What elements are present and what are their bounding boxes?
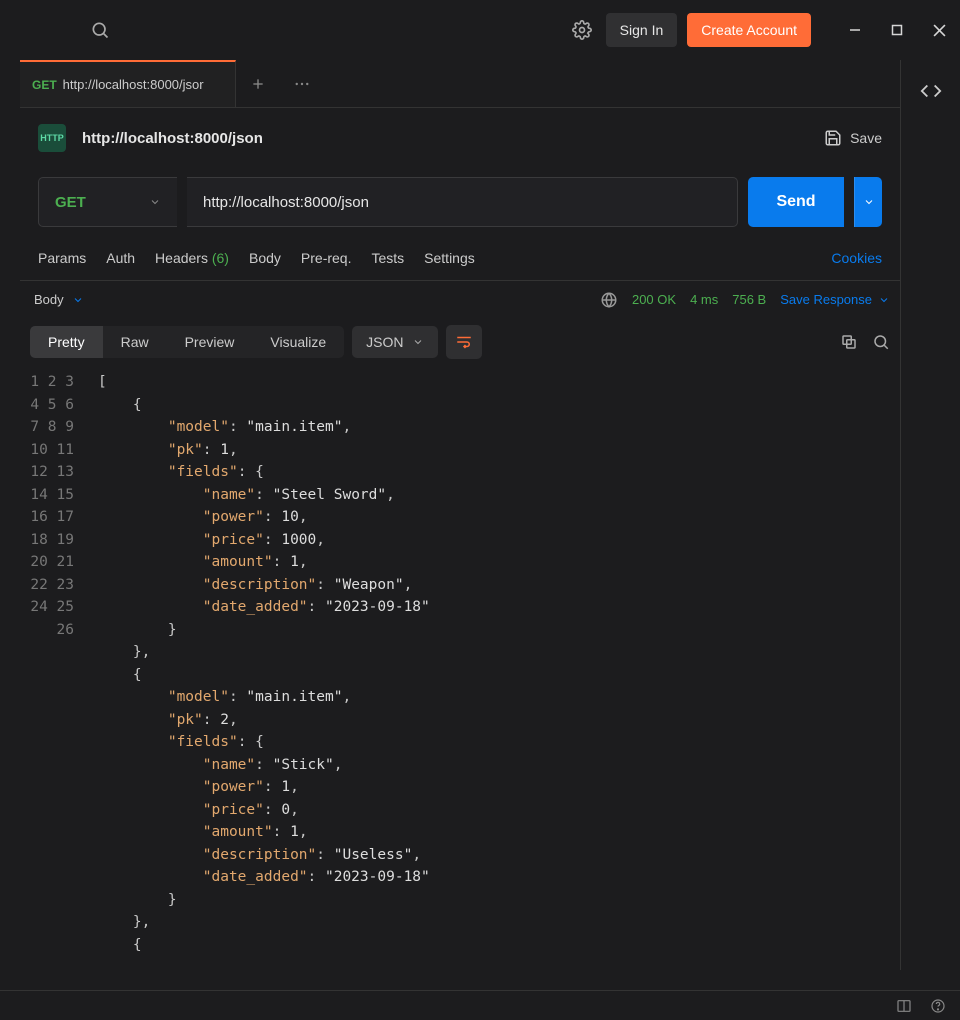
code-panel-icon[interactable] (920, 80, 942, 102)
tab-request[interactable]: GET http://localhost:8000/jsor (20, 60, 236, 107)
save-label: Save (850, 130, 882, 146)
request-title: http://localhost:8000/json (82, 130, 263, 147)
chevron-down-icon (72, 294, 84, 306)
subtab-auth[interactable]: Auth (106, 250, 135, 266)
response-section-label: Body (34, 292, 64, 307)
response-view-bar: Pretty Raw Preview Visualize JSON (20, 318, 900, 366)
subtab-settings[interactable]: Settings (424, 250, 475, 266)
subtab-headers-label: Headers (155, 250, 208, 266)
response-editor[interactable]: 1 2 3 4 5 6 7 8 9 10 11 12 13 14 15 16 1… (20, 366, 900, 970)
subtab-body[interactable]: Body (249, 250, 281, 266)
globe-icon[interactable] (600, 291, 618, 309)
save-response-button[interactable]: Save Response (780, 292, 890, 307)
tab-method-label: GET (32, 78, 57, 92)
maximize-icon[interactable] (891, 24, 903, 37)
wrap-lines-button[interactable] (446, 325, 482, 359)
subtab-params[interactable]: Params (38, 250, 86, 266)
close-icon[interactable] (933, 24, 946, 37)
right-sidebar (900, 60, 960, 970)
request-header: HTTP http://localhost:8000/json Save (20, 108, 900, 168)
url-input[interactable]: http://localhost:8000/json (187, 177, 738, 227)
http-badge-icon: HTTP (38, 124, 66, 152)
tab-overflow-button[interactable] (280, 60, 324, 107)
view-right-actions (840, 333, 890, 351)
view-raw[interactable]: Raw (103, 326, 167, 358)
titlebar: Sign In Create Account (0, 0, 960, 60)
left-sidebar-strip (0, 60, 20, 1020)
send-dropdown-button[interactable] (854, 177, 882, 227)
response-section-select[interactable]: Body (34, 292, 84, 307)
syntax-label: JSON (366, 334, 403, 350)
code-area[interactable]: [ { "model": "main.item", "pk": 1, "fiel… (98, 366, 900, 970)
main-content: GET http://localhost:8000/jsor HTTP http… (20, 60, 900, 970)
new-tab-button[interactable] (236, 60, 280, 107)
response-size: 756 B (732, 292, 766, 307)
chevron-down-icon (149, 196, 161, 208)
help-icon[interactable] (930, 998, 946, 1014)
request-subtabs: Params Auth Headers (6) Body Pre-req. Te… (20, 236, 900, 280)
syntax-select[interactable]: JSON (352, 326, 437, 358)
tab-bar: GET http://localhost:8000/jsor (20, 60, 900, 108)
view-visualize[interactable]: Visualize (252, 326, 344, 358)
cookies-link[interactable]: Cookies (831, 250, 882, 266)
minimize-icon[interactable] (849, 24, 861, 37)
request-row: GET http://localhost:8000/json Send (20, 168, 900, 236)
response-bar: Body 200 OK 4 ms 756 B Save Response (20, 280, 900, 318)
method-select[interactable]: GET (38, 177, 177, 227)
subtab-tests[interactable]: Tests (371, 250, 404, 266)
subtab-headers-count: (6) (212, 250, 229, 266)
status-bar (0, 990, 960, 1020)
view-preview[interactable]: Preview (167, 326, 253, 358)
subtab-headers[interactable]: Headers (6) (155, 250, 229, 266)
tab-title: http://localhost:8000/jsor (63, 77, 204, 92)
signin-button[interactable]: Sign In (606, 13, 678, 47)
send-button[interactable]: Send (748, 177, 844, 227)
view-mode-segment: Pretty Raw Preview Visualize (30, 326, 344, 358)
line-gutter: 1 2 3 4 5 6 7 8 9 10 11 12 13 14 15 16 1… (20, 366, 98, 970)
create-account-button[interactable]: Create Account (687, 13, 811, 47)
response-time: 4 ms (690, 292, 718, 307)
search-icon[interactable] (90, 20, 110, 40)
gear-icon[interactable] (572, 20, 592, 40)
window-controls (849, 24, 946, 37)
save-response-label: Save Response (780, 292, 872, 307)
panels-icon[interactable] (896, 998, 912, 1014)
save-button[interactable]: Save (824, 129, 882, 147)
subtab-prereq[interactable]: Pre-req. (301, 250, 352, 266)
method-value: GET (55, 194, 86, 211)
view-pretty[interactable]: Pretty (30, 326, 103, 358)
response-status: 200 OK (632, 292, 676, 307)
save-icon (824, 129, 842, 147)
copy-icon[interactable] (840, 333, 858, 351)
search-icon[interactable] (872, 333, 890, 351)
